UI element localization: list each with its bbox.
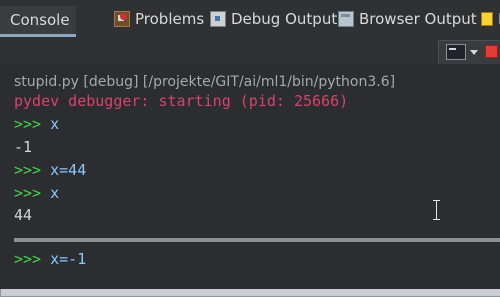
console-header-path: stupid.py [debug] [/projekte/GIT/ai/ml1/… [14,74,396,90]
tab-problems-label: Problems [135,10,205,28]
tab-debug-output[interactable]: Debug Output [210,8,337,30]
tab-browser-output-label: Browser Output [359,10,477,28]
console-input-line[interactable]: >>> x=-1 [14,250,86,268]
problems-icon [114,11,130,27]
output-text: -1 [14,138,33,156]
output-text: 44 [14,206,33,224]
tab-debug-output-label: Debug Output [231,10,338,28]
text-cursor-icon [433,200,440,220]
terminate-icon[interactable] [485,45,498,58]
browser-output-icon [338,11,354,27]
view-menu-icon[interactable] [470,50,478,55]
command-text: x [50,184,60,202]
tab-problems[interactable]: Problems [114,8,204,30]
tab-console[interactable]: Console [0,6,500,297]
prompt: >>> [14,184,42,202]
debugger-start-line: pydev debugger: starting (pid: 25666) [14,92,349,110]
console-line-3: >>> x=44 [14,161,86,179]
console-line-1: >>> x [14,115,59,133]
console-line-4: >>> x [14,184,59,202]
console-line-5: 44 [14,206,32,224]
command-text: x=44 [50,161,87,179]
extra-view-icon [481,12,493,26]
prompt: >>> [14,161,42,179]
console-input-text[interactable]: x=-1 [50,250,86,268]
tab-extra[interactable]: P [481,8,500,30]
console-line-2: -1 [14,138,32,156]
view-tab-bar: Console Problems Debug Output Browser Ou… [0,0,500,297]
open-console-icon[interactable] [446,44,466,60]
tab-browser-output[interactable]: Browser Output [338,8,477,30]
prompt: >>> [14,115,42,133]
debug-output-icon [210,11,226,27]
tab-console-label: Console [10,11,70,29]
console-toolbar [0,38,500,64]
console-input-separator [14,238,500,242]
command-text: x [50,115,60,133]
prompt: >>> [14,250,42,268]
